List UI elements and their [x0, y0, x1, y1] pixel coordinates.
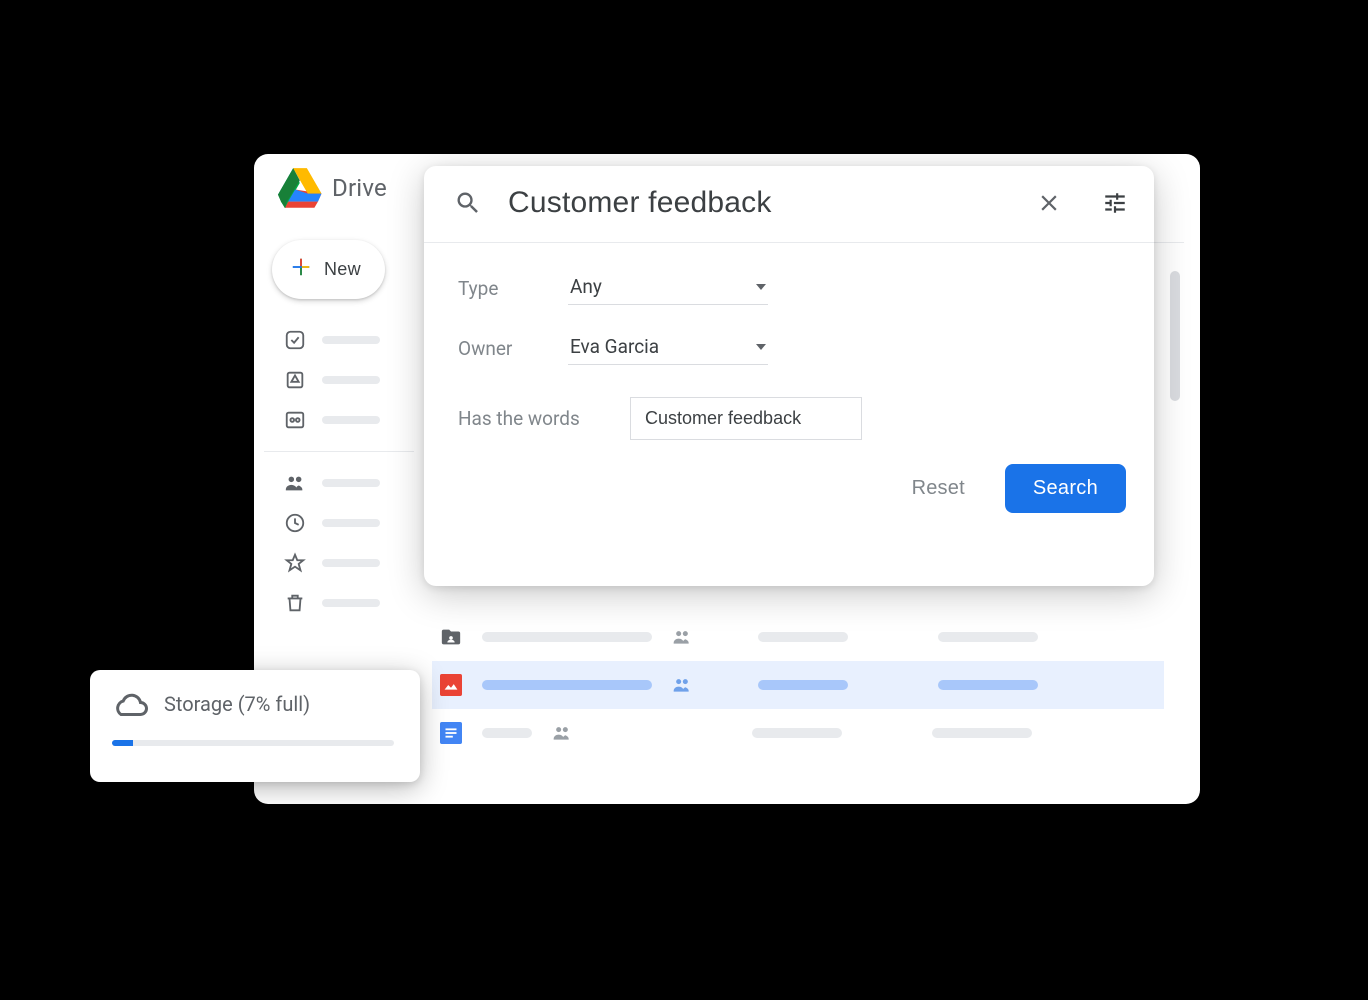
nav-group-2	[264, 472, 422, 614]
search-panel: Type Any Owner Eva Garcia Has the words …	[424, 166, 1154, 586]
file-owner-placeholder	[758, 680, 848, 690]
storage-progress-fill	[112, 740, 133, 746]
owner-dropdown-value: Eva Garcia	[570, 335, 659, 358]
file-modified-placeholder	[938, 680, 1038, 690]
type-dropdown-value: Any	[570, 275, 602, 298]
people-icon	[552, 723, 572, 743]
nav-label-placeholder	[322, 479, 380, 487]
sidebar-item-mydrive[interactable]	[284, 369, 422, 391]
drive-logo-icon	[278, 168, 322, 208]
file-modified-placeholder	[932, 728, 1032, 738]
storage-header: Storage (7% full)	[112, 690, 394, 718]
nav-label-placeholder	[322, 376, 380, 384]
nav-label-placeholder	[322, 559, 380, 567]
file-name-placeholder	[482, 680, 652, 690]
star-icon	[284, 552, 306, 574]
sidebar-item-recent[interactable]	[284, 512, 422, 534]
sidebar: New	[264, 240, 422, 614]
check-square-icon	[284, 329, 306, 351]
search-input[interactable]	[508, 186, 1010, 220]
file-modified-placeholder	[938, 632, 1038, 642]
people-icon	[672, 627, 692, 647]
docs-file-icon	[440, 722, 462, 744]
file-row[interactable]	[432, 709, 1164, 757]
search-button[interactable]: Search	[1005, 464, 1126, 513]
file-owner-placeholder	[752, 728, 842, 738]
nav-label-placeholder	[322, 599, 380, 607]
file-owner-placeholder	[758, 632, 848, 642]
trash-icon	[284, 592, 306, 614]
nav-group-1	[264, 329, 422, 431]
search-icon[interactable]	[454, 189, 482, 217]
has-words-input[interactable]	[630, 397, 862, 440]
nav-label-placeholder	[322, 336, 380, 344]
drive-outline-icon	[284, 369, 306, 391]
image-file-icon	[440, 674, 462, 696]
filter-label-owner: Owner	[458, 337, 568, 360]
search-bar	[424, 166, 1154, 243]
tune-icon[interactable]	[1102, 190, 1128, 216]
filter-row-owner: Owner Eva Garcia	[458, 331, 1120, 365]
sidebar-item-trash[interactable]	[284, 592, 422, 614]
file-name-placeholder	[482, 632, 652, 642]
filter-label-type: Type	[458, 277, 568, 300]
reset-button[interactable]: Reset	[912, 477, 965, 500]
people-icon	[284, 472, 306, 494]
file-name-placeholder	[482, 728, 532, 738]
filter-row-type: Type Any	[458, 271, 1120, 305]
storage-label: Storage (7% full)	[164, 692, 310, 716]
filter-label-words: Has the words	[458, 407, 630, 430]
type-dropdown[interactable]: Any	[568, 271, 768, 305]
close-icon[interactable]	[1036, 190, 1062, 216]
sidebar-divider	[264, 451, 414, 452]
storage-card[interactable]: Storage (7% full)	[90, 670, 420, 782]
file-row-selected[interactable]	[432, 661, 1164, 709]
chevron-down-icon	[756, 284, 766, 290]
shared-drives-icon	[284, 409, 306, 431]
search-panel-actions: Reset Search	[424, 440, 1154, 513]
people-icon	[672, 675, 692, 695]
scrollbar[interactable]	[1170, 271, 1180, 401]
nav-label-placeholder	[322, 416, 380, 424]
new-button-label: New	[324, 259, 361, 280]
shared-folder-icon	[440, 626, 462, 648]
cloud-icon	[112, 690, 148, 718]
clock-icon	[284, 512, 306, 534]
sidebar-item-shareddrives[interactable]	[284, 409, 422, 431]
file-row[interactable]	[432, 613, 1164, 661]
filter-row-words: Has the words	[458, 397, 1120, 440]
plus-icon	[290, 256, 312, 283]
owner-dropdown[interactable]: Eva Garcia	[568, 331, 768, 365]
sidebar-item-shared[interactable]	[284, 472, 422, 494]
new-button[interactable]: New	[272, 240, 385, 299]
search-filters: Type Any Owner Eva Garcia Has the words	[424, 243, 1154, 440]
storage-progress-bar	[112, 740, 394, 746]
sidebar-item-priority[interactable]	[284, 329, 422, 351]
chevron-down-icon	[756, 344, 766, 350]
file-list	[432, 613, 1164, 757]
app-title: Drive	[332, 174, 387, 202]
nav-label-placeholder	[322, 519, 380, 527]
sidebar-item-starred[interactable]	[284, 552, 422, 574]
